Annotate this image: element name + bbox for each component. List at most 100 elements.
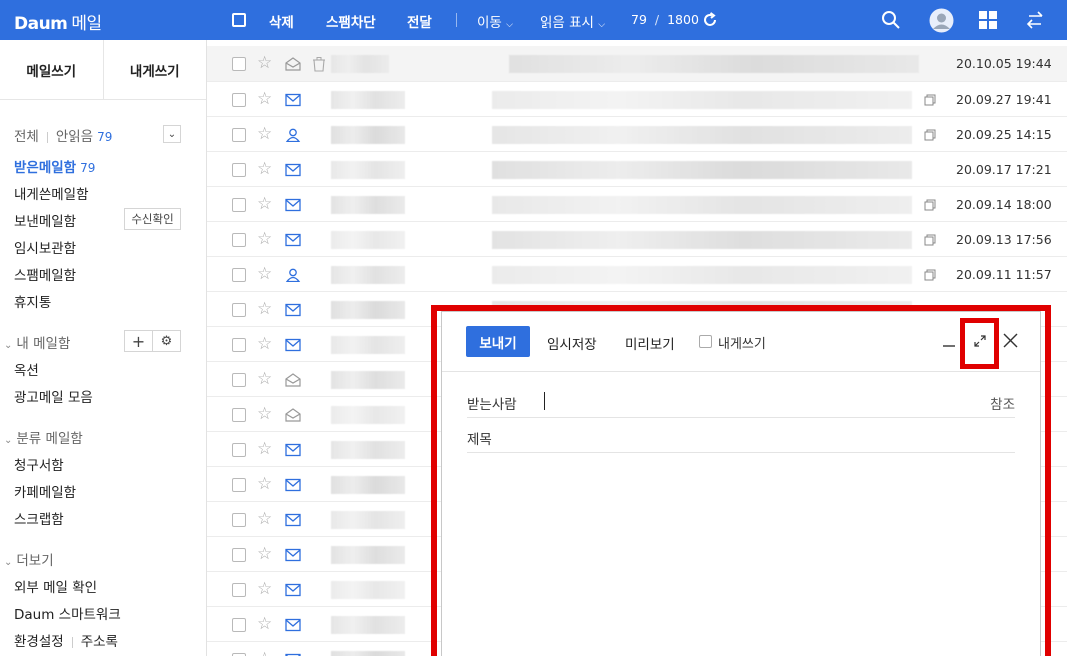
star-icon[interactable]: ☆ <box>257 264 272 284</box>
add-mailbox-button[interactable]: + <box>124 330 153 352</box>
switch-arrows-icon[interactable] <box>1025 11 1045 29</box>
sender-redacted <box>331 371 405 389</box>
sidebar-item-inbox[interactable]: 받은메일함 79 <box>14 156 95 176</box>
sidebar-item-trash[interactable]: 휴지통 <box>14 291 51 311</box>
sender-redacted <box>331 55 389 73</box>
filter-all[interactable]: 전체 <box>14 129 39 145</box>
sidebar-item-auction[interactable]: 옥션 <box>14 359 39 379</box>
subject-redacted <box>509 55 919 73</box>
spam-block-button[interactable]: 스팸차단 <box>326 11 376 31</box>
row-checkbox[interactable] <box>232 443 246 457</box>
sidebar-item-spam[interactable]: 스팸메일함 <box>14 264 76 284</box>
mail-icon <box>285 93 301 107</box>
receipt-check-button[interactable]: 수신확인 <box>124 208 181 230</box>
row-checkbox[interactable] <box>232 408 246 422</box>
star-icon[interactable]: ☆ <box>257 404 272 424</box>
search-icon[interactable] <box>880 9 902 31</box>
star-icon[interactable]: ☆ <box>257 474 272 494</box>
settings-link[interactable]: 환경설정 <box>14 634 64 650</box>
sidebar-item-smartwork[interactable]: Daum 스마트워크 <box>14 603 121 623</box>
move-dropdown[interactable]: 이동 ⌵ <box>477 11 513 31</box>
star-icon[interactable]: ☆ <box>257 649 272 656</box>
logo-brand: Daum <box>14 14 68 34</box>
mail-row[interactable]: ☆ 20.10.05 19:44 <box>207 46 1067 82</box>
mailbox-settings-button[interactable]: ⚙ <box>152 330 181 352</box>
daum-mail-logo[interactable]: Daum 메일 <box>14 9 102 34</box>
row-checkbox[interactable] <box>232 233 246 247</box>
row-checkbox[interactable] <box>232 128 246 142</box>
row-checkbox[interactable] <box>232 513 246 527</box>
star-icon[interactable]: ☆ <box>257 159 272 179</box>
mark-read-dropdown[interactable]: 읽음 표시 ⌵ <box>540 11 605 31</box>
mail-row[interactable]: ☆ 20.09.13 17:56 <box>207 222 1067 257</box>
star-icon[interactable]: ☆ <box>257 579 272 599</box>
star-icon[interactable]: ☆ <box>257 544 272 564</box>
row-checkbox[interactable] <box>232 338 246 352</box>
row-checkbox[interactable] <box>232 618 246 632</box>
mail-icon <box>285 478 301 492</box>
attachment-copy-icon <box>924 94 936 106</box>
row-checkbox[interactable] <box>232 373 246 387</box>
star-icon[interactable]: ☆ <box>257 194 272 214</box>
row-checkbox[interactable] <box>232 93 246 107</box>
row-checkbox[interactable] <box>232 548 246 562</box>
row-checkbox[interactable] <box>232 478 246 492</box>
row-checkbox[interactable] <box>232 268 246 282</box>
sidebar-item-self-box[interactable]: 내게쓴메일함 <box>14 183 89 203</box>
star-icon[interactable]: ☆ <box>257 299 272 319</box>
star-icon[interactable]: ☆ <box>257 369 272 389</box>
attachment-copy-icon <box>924 269 936 281</box>
star-icon[interactable]: ☆ <box>257 124 272 144</box>
trash-icon[interactable] <box>312 56 326 72</box>
subject-redacted <box>492 266 912 284</box>
sidebar-item-sent[interactable]: 보낸메일함 <box>14 210 76 230</box>
mail-row[interactable]: ☆ 20.09.27 19:41 <box>207 82 1067 117</box>
mail-row[interactable]: ☆ 20.09.17 17:21 <box>207 152 1067 187</box>
mail-row[interactable]: ☆ 20.09.25 14:15 <box>207 117 1067 152</box>
apps-grid-icon[interactable] <box>979 11 997 29</box>
row-checkbox[interactable] <box>232 303 246 317</box>
sidebar-item-ads[interactable]: 광고메일 모음 <box>14 386 93 406</box>
section-category[interactable]: ⌄ 분류 메일함 <box>4 427 83 447</box>
mail-date: 20.09.17 17:21 <box>956 162 1052 177</box>
chevron-down-icon: ⌵ <box>506 20 513 30</box>
sender-redacted <box>331 161 405 179</box>
row-checkbox[interactable] <box>232 583 246 597</box>
sender-redacted <box>331 231 405 249</box>
refresh-icon[interactable] <box>701 11 719 29</box>
settings-row: 환경설정 주소록 <box>14 630 118 650</box>
sidebar-item-drafts[interactable]: 임시보관함 <box>14 237 76 257</box>
select-all-checkbox[interactable] <box>232 13 246 27</box>
forward-button[interactable]: 전달 <box>407 11 432 31</box>
subject-redacted <box>492 231 912 249</box>
delete-button[interactable]: 삭제 <box>269 11 294 31</box>
section-more[interactable]: ⌄ 더보기 <box>4 549 54 569</box>
address-book-link[interactable]: 주소록 <box>81 634 118 650</box>
write-self-button[interactable]: 내게쓰기 <box>102 40 207 99</box>
sidebar-item-cafe[interactable]: 카페메일함 <box>14 481 76 501</box>
collapse-toggle[interactable]: ⌄ <box>163 125 181 143</box>
star-icon[interactable]: ☆ <box>257 509 272 529</box>
mail-date: 20.10.05 19:44 <box>956 56 1052 71</box>
row-checkbox[interactable] <box>232 57 246 71</box>
star-icon[interactable]: ☆ <box>257 89 272 109</box>
star-icon[interactable]: ☆ <box>257 229 272 249</box>
sender-redacted <box>331 266 405 284</box>
star-icon[interactable]: ☆ <box>257 439 272 459</box>
row-checkbox[interactable] <box>232 198 246 212</box>
write-mail-button[interactable]: 메일쓰기 <box>0 40 103 99</box>
star-icon[interactable]: ☆ <box>257 53 272 73</box>
filter-unread[interactable]: 안읽음 <box>56 129 93 145</box>
sidebar-item-scrap[interactable]: 스크랩함 <box>14 508 64 528</box>
sidebar-item-external[interactable]: 외부 메일 확인 <box>14 576 97 596</box>
mail-icon <box>285 548 301 562</box>
avatar[interactable] <box>929 8 954 33</box>
star-icon[interactable]: ☆ <box>257 334 272 354</box>
mail-row[interactable]: ☆ 20.09.14 18:00 <box>207 187 1067 222</box>
star-icon[interactable]: ☆ <box>257 614 272 634</box>
mail-row[interactable]: ☆ 20.09.11 11:57 <box>207 257 1067 292</box>
chevron-down-icon: ⌄ <box>4 557 13 568</box>
section-my-mailbox[interactable]: ⌄ 내 메일함 <box>4 332 70 352</box>
row-checkbox[interactable] <box>232 163 246 177</box>
sidebar-item-bills[interactable]: 청구서함 <box>14 454 64 474</box>
